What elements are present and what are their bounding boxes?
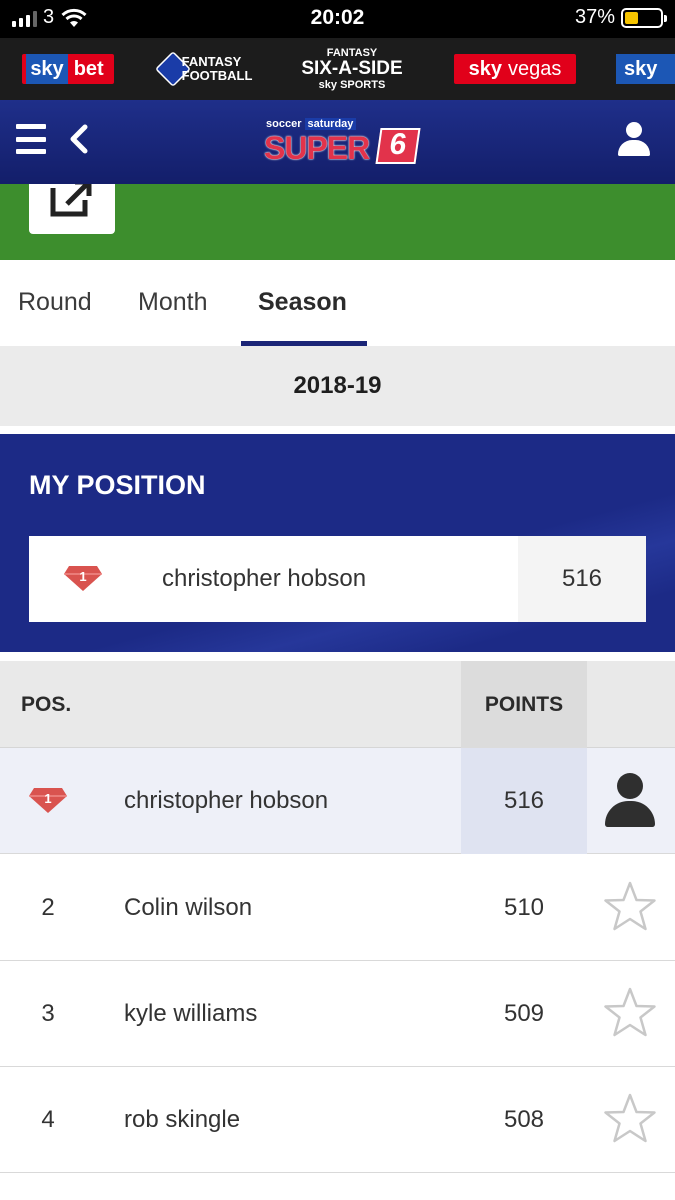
row-name: christopher hobson — [124, 787, 329, 814]
clock: 20:02 — [310, 6, 365, 29]
share-edit-icon — [50, 184, 92, 217]
row-points: 508 — [503, 1106, 545, 1133]
sky-vegas-vegas: vegas — [508, 57, 562, 80]
row-position: 1 — [44, 791, 51, 806]
row-name: Colin wilson — [124, 894, 253, 921]
tab-season[interactable]: Season — [258, 288, 347, 317]
table-row[interactable]: 1 christopher hobson 516 — [0, 748, 675, 854]
star-outline-icon[interactable] — [602, 1092, 658, 1148]
six-a-side-link[interactable]: FANTASY SIX-A-SIDE sky SPORTS — [292, 47, 412, 91]
logo-saturday: saturday — [304, 118, 357, 130]
my-position-card[interactable]: 1 christopher hobson 516 — [29, 536, 646, 622]
sky-bet-bet: bet — [73, 57, 104, 80]
table-header: POS. POINTS — [0, 661, 675, 748]
period-tabs: Round Month Season — [0, 260, 675, 346]
fantasy-football-link[interactable]: FANTASY FOOTBALL — [154, 50, 252, 88]
battery-icon — [621, 7, 667, 28]
sky-bet-sky: sky — [26, 54, 68, 84]
table-row[interactable]: 2 Colin wilson 510 — [0, 855, 675, 961]
my-position-title: MY POSITION — [29, 470, 206, 500]
table-row[interactable]: 4 rob skingle 508 — [0, 1067, 675, 1173]
app-header: soccer saturday SUPER 6 — [0, 100, 675, 184]
my-position-panel: MY POSITION 1 christopher hobson 516 — [0, 434, 675, 652]
row-points: 516 — [461, 748, 587, 854]
battery-info: 37% — [574, 6, 667, 29]
rank-gem-icon: 1 — [28, 786, 68, 819]
logo-tagline: soccer saturday — [266, 118, 357, 130]
my-position-rank: 1 — [79, 569, 86, 584]
my-position-points: 516 — [518, 536, 646, 622]
profile-icon[interactable] — [617, 122, 651, 158]
row-points: 509 — [503, 1000, 545, 1027]
super6-logo[interactable]: soccer saturday SUPER 6 — [260, 116, 421, 172]
fantasy-football-line1: FANTASY — [181, 54, 242, 69]
chevron-left-icon — [70, 124, 88, 154]
six-a-side-main: SIX-A-SIDE — [301, 58, 403, 79]
row-position: 4 — [41, 1106, 55, 1133]
row-name: rob skingle — [124, 1106, 241, 1133]
rank-gem-icon: 1 — [63, 564, 103, 597]
share-button[interactable] — [29, 184, 115, 234]
sky-brand-link[interactable]: sky — [616, 54, 675, 84]
logo-six: 6 — [375, 128, 421, 164]
leaderboard-table: POS. POINTS 1 christopher hobson 516 2 C… — [0, 661, 675, 1200]
sky-vegas-sky: sky — [468, 57, 502, 80]
logo-super: SUPER — [264, 130, 370, 166]
sky-brand-label: sky — [624, 57, 658, 80]
points-column-header[interactable]: POINTS — [461, 661, 587, 748]
my-position-name: christopher hobson — [162, 565, 367, 592]
status-bar: 3 20:02 37% — [0, 0, 675, 38]
six-a-side-sub: sky SPORTS — [318, 79, 386, 91]
sky-vegas-link[interactable]: sky vegas — [454, 54, 576, 84]
row-position: 2 — [41, 894, 55, 921]
star-outline-icon[interactable] — [602, 986, 658, 1042]
fantasy-football-line2: FOOTBALL — [181, 68, 253, 83]
green-banner — [0, 184, 675, 260]
row-points: 510 — [503, 894, 545, 921]
back-button[interactable] — [66, 124, 96, 154]
logo-soccer: soccer — [266, 118, 302, 130]
row-position: 3 — [41, 1000, 55, 1027]
hamburger-menu-icon[interactable] — [16, 124, 46, 154]
row-name: kyle williams — [124, 1000, 258, 1027]
brand-strip: sky bet FANTASY FOOTBALL FANTASY SIX-A-S… — [0, 38, 675, 100]
battery-percent: 37% — [574, 6, 615, 28]
tab-round[interactable]: Round — [18, 288, 92, 317]
sky-bet-link[interactable]: sky bet — [22, 54, 114, 84]
star-outline-icon[interactable] — [602, 880, 658, 936]
user-icon — [602, 773, 658, 829]
season-selector[interactable]: 2018-19 — [0, 346, 675, 426]
tab-month[interactable]: Month — [138, 288, 207, 317]
pos-column-header: POS. — [21, 693, 72, 716]
table-row[interactable]: 3 kyle williams 509 — [0, 961, 675, 1067]
